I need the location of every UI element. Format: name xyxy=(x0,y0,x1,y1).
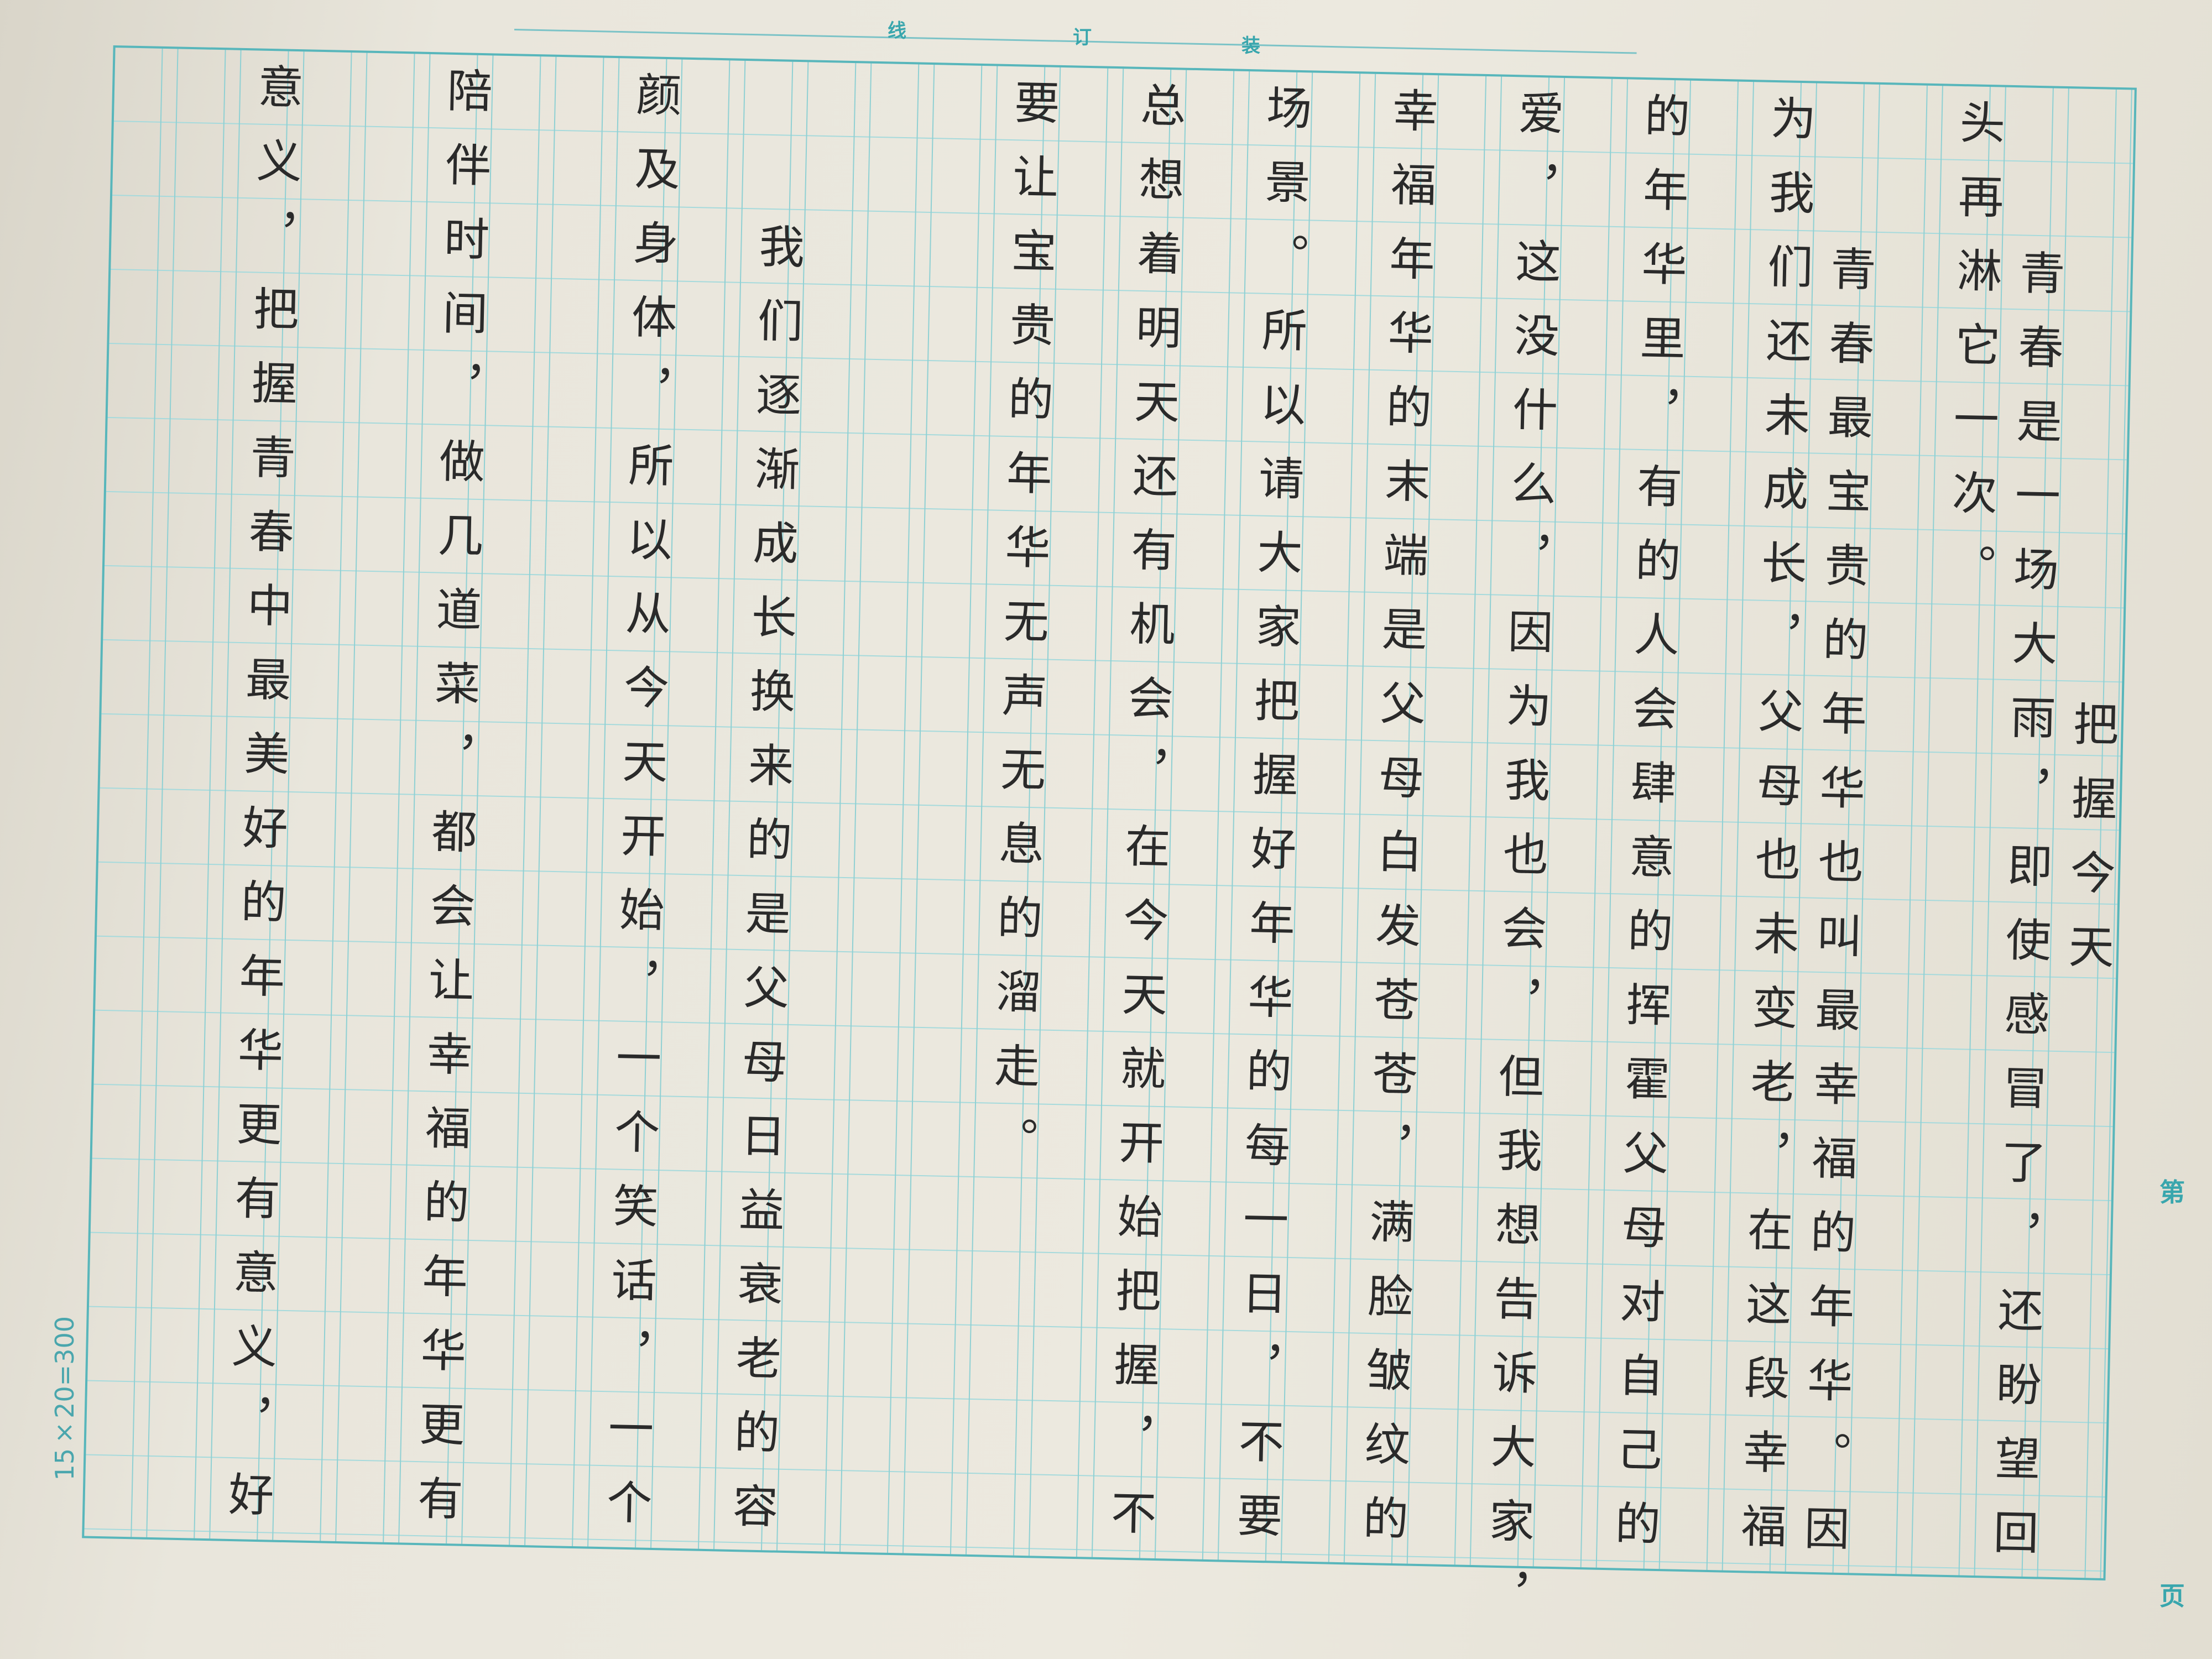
writing-sheet: 把握今天 青春是一场大雨，即使感冒了，还盼望回 头再淋它一次。 青春最宝贵的年华… xyxy=(81,45,2137,1646)
binding-mark-xian: 线 xyxy=(888,20,906,42)
page-label-prefix: 第 xyxy=(2159,1177,2185,1207)
grid-count-label: 15×20=300 xyxy=(50,1316,80,1481)
page-label-suffix: 页 xyxy=(2159,1581,2185,1611)
binding-mark-ding: 订 xyxy=(1073,27,1092,49)
binding-mark-zhuang: 装 xyxy=(1241,35,1260,57)
